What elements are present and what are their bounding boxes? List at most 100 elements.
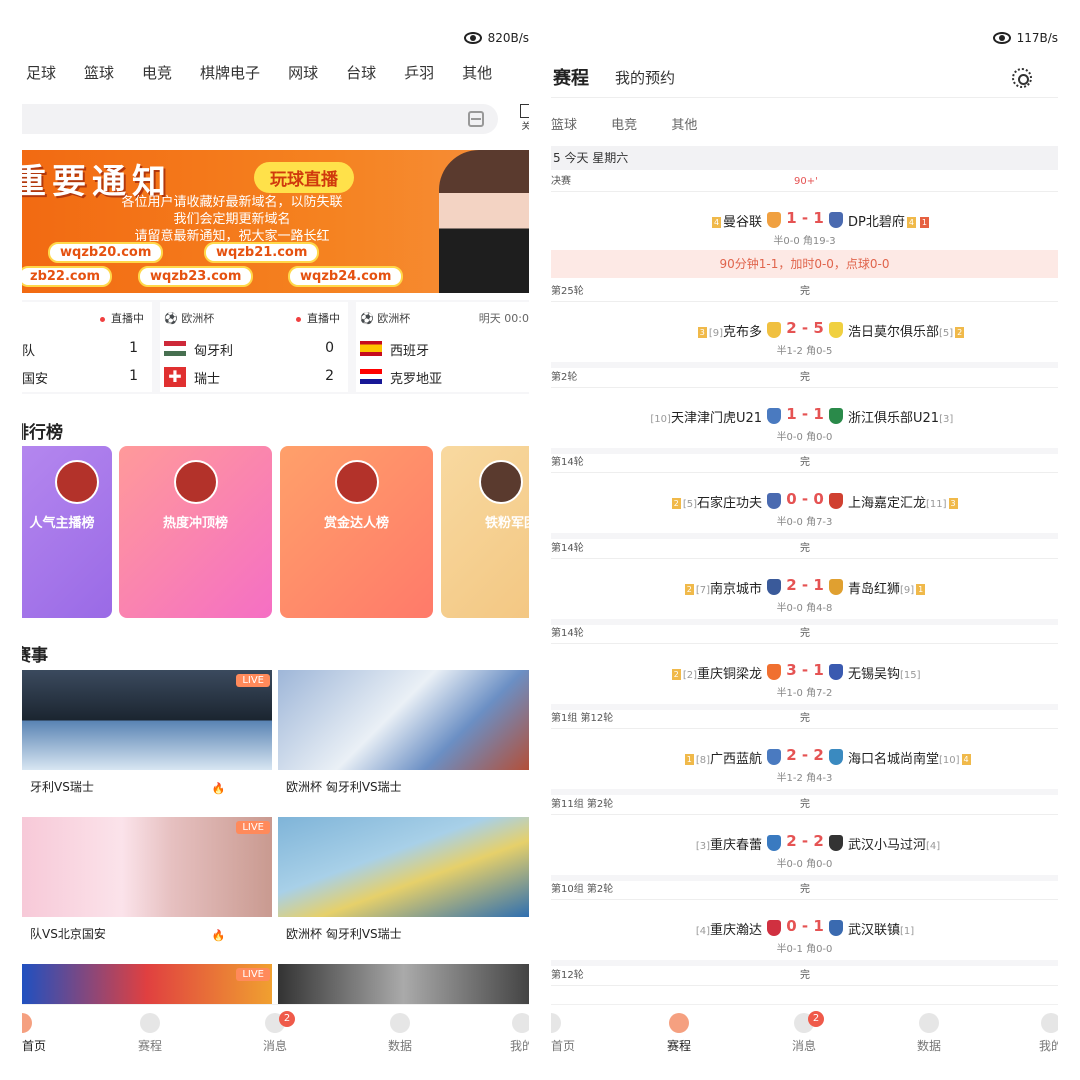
bottom-nav: 首页 赛程 2 消息 数据 我的 bbox=[22, 1004, 529, 1080]
video-card[interactable]: 多多说球 欧洲杯 匈牙利VS瑞士 bbox=[278, 670, 529, 800]
tab-basketball[interactable]: 篮球 bbox=[84, 62, 114, 88]
chart-icon bbox=[390, 1013, 410, 1033]
round-row: 第14轮 完 bbox=[551, 539, 1058, 559]
home-side: 2 [5]石家庄功夫 bbox=[670, 492, 762, 511]
home-team: 重庆铜梁龙 bbox=[696, 667, 762, 682]
video-card[interactable]: LIVE 🔥130.8万 队VS北京国安 bbox=[22, 817, 272, 947]
nav-label: 消息 bbox=[791, 1039, 816, 1053]
match-line: 2 [2]重庆铜梁龙 3 - 1 无锡吴钩[15] bbox=[551, 660, 1058, 684]
nav-profile[interactable]: 我的 bbox=[1021, 1013, 1058, 1054]
video-card[interactable]: LIVE 🔥302.9万 牙利VS瑞士 bbox=[22, 670, 272, 800]
nav-profile[interactable]: 我的 bbox=[492, 1013, 529, 1054]
home-crest-icon bbox=[767, 920, 781, 936]
nav-schedule[interactable]: 赛程 bbox=[120, 1013, 180, 1054]
tab-table-tennis[interactable]: 乒羽 bbox=[404, 62, 434, 88]
sub-tab-other[interactable]: 其他 bbox=[671, 118, 697, 133]
ranking-card-fans[interactable]: 铁粉军团 bbox=[441, 446, 529, 618]
live-badge: LIVE bbox=[236, 821, 270, 834]
away-score: 2 bbox=[325, 368, 334, 384]
nav-data[interactable]: 数据 bbox=[370, 1013, 430, 1054]
tab-billiards[interactable]: 台球 bbox=[346, 62, 376, 88]
scan-icon[interactable] bbox=[468, 111, 484, 127]
live-badge: LIVE bbox=[236, 674, 270, 687]
home-rank: [2] bbox=[682, 670, 697, 681]
ball-icon: ⚽ bbox=[360, 312, 374, 325]
video-card[interactable]: 维尼聊球 欧洲杯 匈牙利VS瑞士 bbox=[278, 817, 529, 947]
home-rank: [5] bbox=[682, 499, 697, 510]
ranking-label: 热度冲顶榜 bbox=[162, 516, 228, 531]
nav-messages[interactable]: 2 消息 bbox=[774, 1011, 834, 1054]
yellow-card-count: 2 bbox=[955, 327, 965, 338]
gear-icon[interactable] bbox=[1012, 68, 1032, 88]
fire-icon: 🔥 bbox=[211, 782, 226, 795]
match-block[interactable]: 第10组 第2轮 完 [4]重庆瀚达 0 - 1 武汉联镇[1] 半0-1 角0-0 bbox=[551, 880, 1058, 966]
network-speed: 820B/s bbox=[487, 31, 529, 45]
league-name: ⚽ 欧洲杯 bbox=[360, 310, 410, 326]
round-label: 第14轮 bbox=[551, 457, 584, 468]
live-match-card[interactable]: ⚽ 欧洲杯 直播中 匈牙利 0 ✚ 瑞士 2 bbox=[160, 302, 348, 392]
round-row: 第12轮 完 bbox=[551, 966, 1058, 986]
match-block[interactable]: 决赛 90+' 4 曼谷联 1 - 1 DP北碧府 4 1 半0-0 角19-3 90分钟1-1，… bbox=[551, 172, 1058, 282]
tab-cards[interactable]: 棋牌电子 bbox=[200, 62, 260, 88]
video-caption: 队VS北京国安 bbox=[30, 927, 106, 941]
nav-data[interactable]: 数据 bbox=[899, 1013, 959, 1054]
ranking-label: 铁粉军团 bbox=[485, 516, 529, 531]
home-team: 匈牙利 bbox=[194, 344, 234, 359]
away-crest-icon bbox=[829, 749, 843, 765]
away-side: 无锡吴钩[15] bbox=[848, 663, 921, 682]
nav-label: 首页 bbox=[551, 1039, 575, 1053]
match-detail: 半0-1 角0-0 bbox=[776, 944, 833, 955]
away-side: 海口名城尚南堂[10] 4 bbox=[848, 748, 973, 767]
ranking-card-heat[interactable]: 热度冲顶榜 bbox=[119, 446, 272, 618]
tab-schedule[interactable]: 赛程 bbox=[553, 64, 589, 90]
tab-my-reservations[interactable]: 我的预约 bbox=[615, 67, 675, 88]
follow-button[interactable]: 关 bbox=[519, 104, 529, 134]
match-block[interactable]: 第1组 第12轮 完 1 [8]广西蓝航 2 - 2 海口名城尚南堂[10] 4 半1-2 角… bbox=[551, 709, 1058, 795]
match-block[interactable]: 第11组 第2轮 完 [3]重庆春蕾 2 - 2 武汉小马过河[4] 半0-0 角0-0 bbox=[551, 795, 1058, 881]
home-side: [10]天津津门虎U21 bbox=[650, 407, 762, 426]
sub-tab-basketball[interactable]: 篮球 bbox=[551, 118, 577, 133]
away-side: 浩日莫尔俱乐部[5] 2 bbox=[848, 321, 966, 340]
status-bar: 820B/s bbox=[463, 28, 529, 48]
match-block[interactable]: 第25轮 完 3 [9]克布多 2 - 5 浩日莫尔俱乐部[5] 2 半1-2 角0-5 bbox=[551, 282, 1058, 368]
match-block[interactable]: 第14轮 完 2 [2]重庆铜梁龙 3 - 1 无锡吴钩[15] 半1-0 角7-2 bbox=[551, 624, 1058, 710]
away-crest-icon bbox=[829, 920, 843, 936]
match-status: 完 bbox=[800, 628, 810, 639]
nav-home[interactable]: 首页 bbox=[551, 1013, 581, 1054]
tab-football[interactable]: 足球 bbox=[26, 62, 56, 88]
nav-schedule[interactable]: 赛程 bbox=[649, 1013, 709, 1054]
live-match-card[interactable]: 直播中 队1 国安 1 bbox=[22, 302, 152, 392]
live-match-card[interactable]: ⚽ 欧洲杯 明天 00:0 西班牙 克罗地亚 bbox=[356, 302, 529, 392]
ranking-card-popular[interactable]: 人气主播榜 bbox=[22, 446, 112, 618]
tab-other[interactable]: 其他 bbox=[462, 62, 492, 88]
home-crest-icon bbox=[767, 835, 781, 851]
search-input[interactable] bbox=[22, 104, 498, 134]
away-crest-icon bbox=[829, 664, 843, 680]
yellow-card-count: 1 bbox=[916, 584, 926, 595]
away-rank: [3] bbox=[939, 414, 954, 425]
nav-home[interactable]: 首页 bbox=[22, 1013, 52, 1054]
away-crest-icon bbox=[829, 408, 843, 424]
home-rank: [8] bbox=[695, 755, 710, 766]
match-block[interactable]: 第14轮 完 2 [7]南京城市 2 - 1 青岛红狮[9] 1 半0-0 角4-8 bbox=[551, 539, 1058, 625]
home-screen: 820B/s 足球 篮球 电竞 棋牌电子 网球 台球 乒羽 其他 关 重要通知 … bbox=[22, 0, 529, 1080]
away-side: 上海嘉定汇龙[11] 3 bbox=[848, 492, 960, 511]
tab-tennis[interactable]: 网球 bbox=[288, 62, 318, 88]
nav-messages[interactable]: 2 消息 bbox=[245, 1011, 305, 1054]
ranking-card-bounty[interactable]: 赏金达人榜 bbox=[280, 446, 433, 618]
trophy-icon bbox=[669, 1013, 689, 1033]
home-rank: [3] bbox=[695, 841, 710, 852]
live-status: 直播中 bbox=[296, 310, 340, 326]
match-score: 3 - 1 bbox=[786, 661, 824, 679]
home-side: 2 [7]南京城市 bbox=[683, 578, 762, 597]
match-block[interactable]: 第2轮 完 [10]天津津门虎U21 1 - 1 浙江俱乐部U21[3] 半0-0 角0-… bbox=[551, 368, 1058, 454]
match-block[interactable]: 第14轮 完 2 [5]石家庄功夫 0 - 0 上海嘉定汇龙[11] 3 半0-0 角7-3 bbox=[551, 453, 1058, 539]
video-caption: 牙利VS瑞士 bbox=[30, 780, 94, 794]
home-team: 曼谷联 bbox=[722, 215, 762, 230]
away-team: DP北碧府 bbox=[848, 215, 905, 230]
nav-label: 我的 bbox=[509, 1039, 529, 1053]
sub-tab-esports[interactable]: 电竞 bbox=[611, 118, 637, 133]
notice-banner[interactable]: 重要通知 玩球直播 各位用户请收藏好最新域名，以防失联 我们会定期更新域名 请留… bbox=[22, 150, 529, 293]
tab-esports[interactable]: 电竞 bbox=[142, 62, 172, 88]
kickoff-time: 明天 00:0 bbox=[478, 312, 529, 325]
